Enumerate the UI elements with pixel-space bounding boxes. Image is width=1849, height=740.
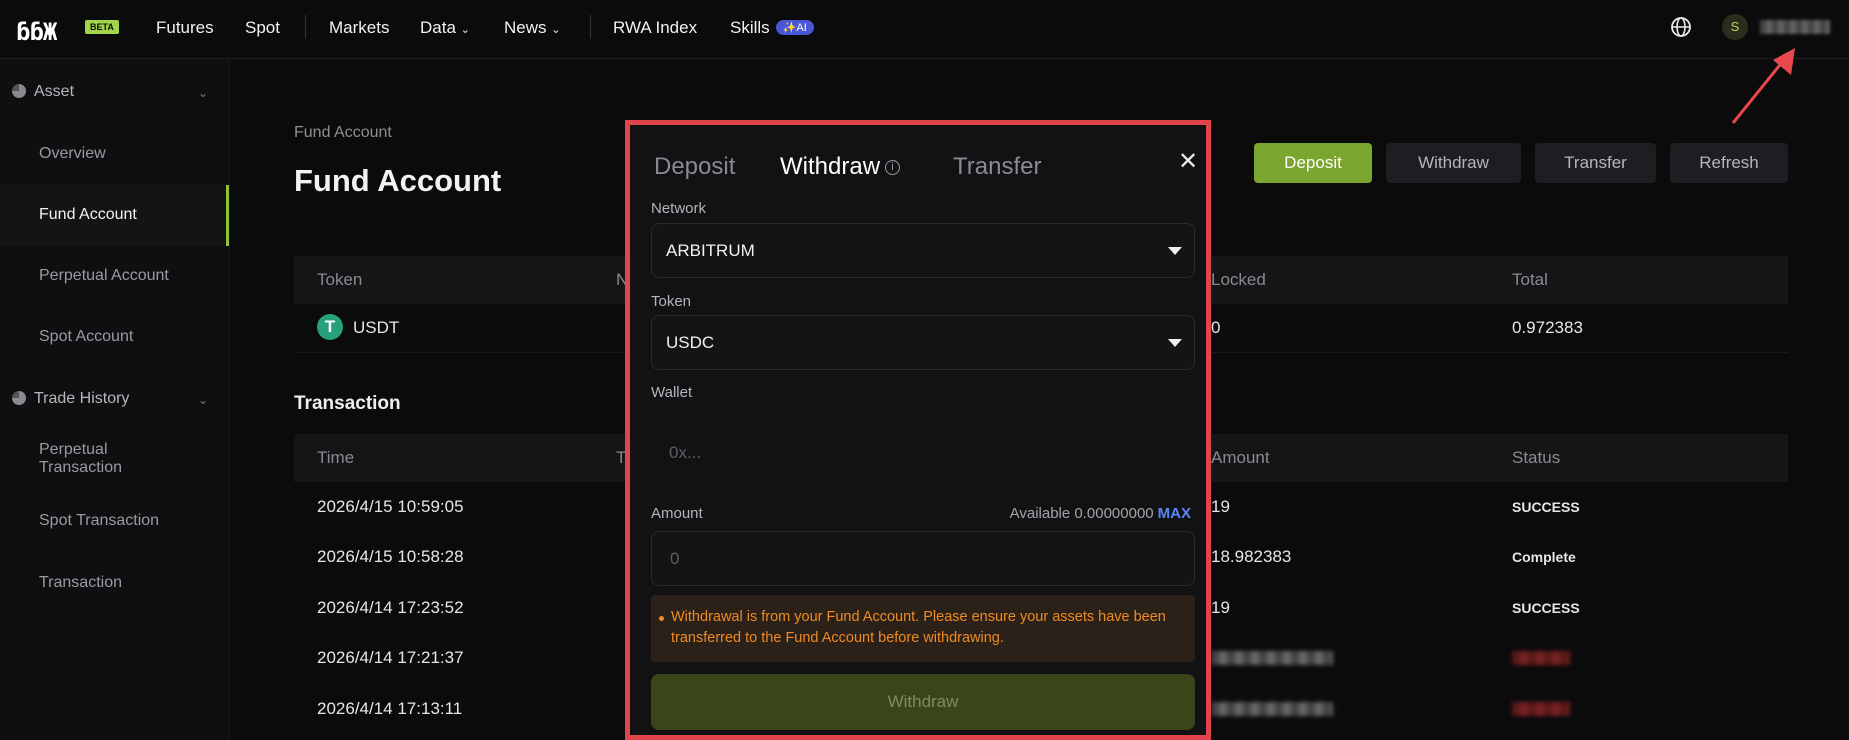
tx-status: SUCCESS	[1512, 600, 1580, 616]
redacted-status	[1512, 702, 1570, 716]
withdraw-notice: Withdrawal is from your Fund Account. Pl…	[651, 595, 1195, 662]
globe-icon[interactable]	[1670, 16, 1692, 38]
token-select[interactable]: USDC	[651, 315, 1195, 370]
page-title: Fund Account	[294, 163, 502, 198]
tx-time: 2026/4/14 17:23:52	[317, 598, 464, 617]
col-token: Token	[317, 270, 363, 289]
beta-badge: BETA	[85, 20, 119, 34]
tx-amount: 19	[1211, 497, 1230, 516]
nav-skills-label: Skills	[730, 18, 770, 37]
network-value: ARBITRUM	[666, 241, 755, 260]
withdraw-button[interactable]: Withdraw	[1386, 143, 1521, 183]
redacted-username[interactable]	[1760, 20, 1830, 34]
amount-label: Amount	[651, 505, 703, 522]
wallet-field[interactable]	[651, 425, 1195, 480]
tx-status: Complete	[1512, 549, 1576, 565]
sidebar-item-perpetual-account[interactable]: Perpetual Account	[39, 267, 169, 285]
col-locked: Locked	[1211, 270, 1266, 289]
breadcrumb: Fund Account	[294, 124, 392, 141]
notice-text: Withdrawal is from your Fund Account. Pl…	[671, 609, 1166, 646]
token-label: Token	[651, 293, 692, 310]
top-navbar: ɓɓЖ BETA Futures Spot Markets Data ⌄ New…	[0, 0, 1849, 59]
nav-skills[interactable]: Skills ✨AI	[730, 18, 814, 38]
submit-withdraw-button[interactable]: Withdraw	[651, 674, 1195, 730]
redacted-amount	[1211, 702, 1333, 716]
wallet-label: Wallet	[651, 384, 693, 401]
close-icon[interactable]: ✕	[1178, 147, 1198, 176]
balance-token: USDT	[353, 318, 400, 337]
tx-status: SUCCESS	[1512, 499, 1580, 515]
redacted-amount	[1211, 651, 1333, 665]
amount-input[interactable]	[652, 532, 1194, 585]
usdt-token-icon: T	[317, 314, 343, 340]
pie-chart-icon	[12, 391, 26, 405]
sidebar-item-overview[interactable]: Overview	[39, 145, 106, 163]
chevron-down-icon: ⌄	[551, 24, 561, 36]
caret-down-icon	[1168, 339, 1182, 347]
col-status: Status	[1512, 448, 1561, 467]
chevron-down-icon: ⌄	[460, 24, 470, 36]
deposit-button[interactable]: Deposit	[1254, 143, 1372, 183]
tx-time: 2026/4/14 17:21:37	[317, 648, 464, 667]
refresh-button[interactable]: Refresh	[1670, 143, 1788, 183]
tx-time: 2026/4/15 10:58:28	[317, 547, 464, 566]
redacted-status	[1512, 651, 1570, 665]
avatar[interactable]: S	[1722, 14, 1748, 40]
chevron-down-icon[interactable]: ⌄	[198, 86, 208, 100]
col-total: Total	[1512, 270, 1548, 289]
nav-news-label: News	[504, 18, 547, 37]
info-icon[interactable]: i	[885, 160, 901, 175]
col-amount: Amount	[1211, 448, 1270, 467]
available-text: Available 0.00000000	[1009, 505, 1154, 522]
nav-separator	[590, 15, 591, 39]
sidebar-group-asset[interactable]: Asset	[12, 83, 74, 101]
sidebar-item-perpetual-transaction[interactable]: Perpetual Transaction	[39, 441, 179, 477]
balance-total: 0.972383	[1512, 318, 1583, 337]
tx-amount: 18.982383	[1211, 547, 1292, 566]
sidebar-item-fund-account[interactable]: Fund Account	[39, 206, 137, 224]
network-select[interactable]: ARBITRUM	[651, 223, 1195, 278]
nav-news[interactable]: News ⌄	[504, 18, 560, 38]
balance-locked: 0	[1211, 318, 1221, 337]
tx-amount: 19	[1211, 598, 1230, 617]
nav-data[interactable]: Data ⌄	[420, 18, 470, 38]
tab-withdraw-label: Withdraw	[780, 153, 881, 180]
pie-chart-icon	[12, 84, 26, 98]
nav-markets[interactable]: Markets	[329, 18, 389, 38]
sidebar-item-transaction[interactable]: Transaction	[39, 574, 122, 592]
nav-data-label: Data	[420, 18, 456, 37]
available-balance: Available 0.00000000 MAX	[1010, 505, 1191, 522]
red-arrow-annotation	[1731, 48, 1795, 124]
sidebar-active-indicator	[226, 185, 229, 246]
token-value: USDC	[666, 333, 715, 352]
nav-spot[interactable]: Spot	[245, 18, 280, 38]
nav-rwa-index[interactable]: RWA Index	[613, 18, 697, 38]
sidebar-item-spot-transaction[interactable]: Spot Transaction	[39, 512, 159, 530]
tab-transfer[interactable]: Transfer	[953, 153, 1041, 181]
tab-deposit[interactable]: Deposit	[654, 153, 735, 181]
transaction-section-title: Transaction	[294, 393, 401, 414]
tx-time: 2026/4/15 10:59:05	[317, 497, 464, 516]
wallet-input[interactable]	[651, 425, 1195, 480]
amount-field[interactable]	[651, 531, 1195, 586]
nav-separator	[305, 15, 306, 39]
withdraw-modal: Deposit Withdraw i Transfer ✕ Network ARB…	[625, 120, 1211, 740]
tx-time: 2026/4/14 17:13:11	[317, 699, 463, 718]
chevron-down-icon[interactable]: ⌄	[198, 393, 208, 407]
nav-futures[interactable]: Futures	[156, 18, 214, 38]
sidebar-item-spot-account[interactable]: Spot Account	[39, 328, 133, 346]
bbx-logo[interactable]: ɓɓЖ	[16, 18, 57, 46]
ai-badge: ✨AI	[775, 20, 814, 35]
col-time: Time	[317, 448, 355, 467]
sidebar-group-trade-history[interactable]: Trade History	[12, 390, 129, 408]
network-label: Network	[651, 200, 707, 217]
bullet-dot	[659, 616, 664, 621]
max-button[interactable]: MAX	[1158, 505, 1191, 522]
transfer-button[interactable]: Transfer	[1535, 143, 1656, 183]
caret-down-icon	[1168, 247, 1182, 255]
sidebar: Asset ⌄ Overview Fund Account Perpetual …	[0, 60, 230, 740]
tab-withdraw[interactable]: Withdraw i	[780, 153, 901, 181]
